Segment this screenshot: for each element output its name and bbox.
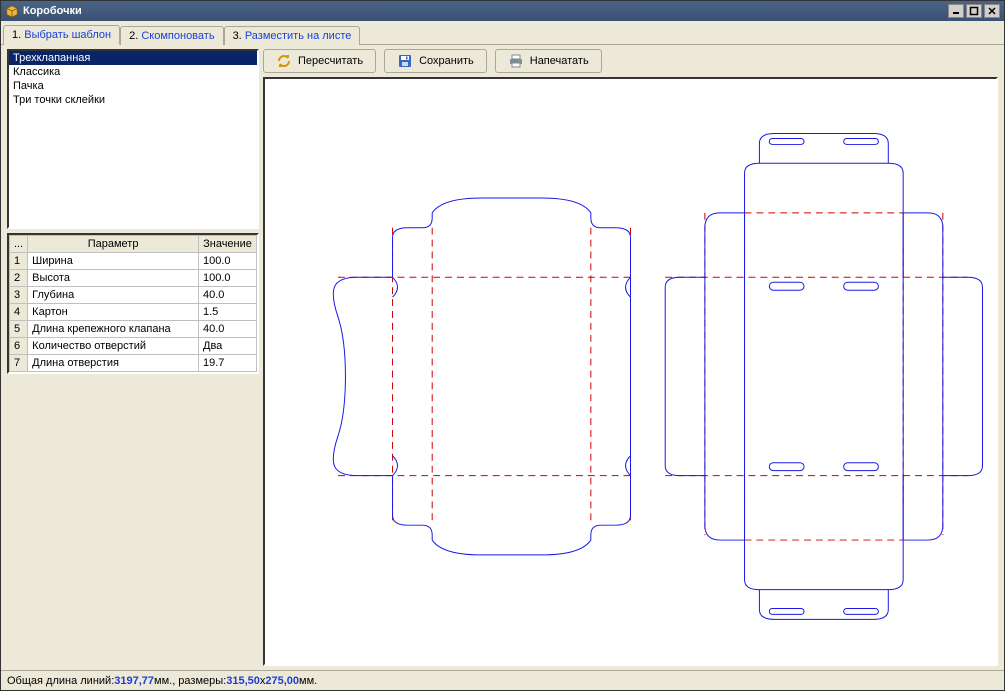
work-area: Трехклапанная Классика Пачка Три точки с… xyxy=(1,45,1004,670)
tab-layout-sheet[interactable]: 3. Разместить на листе xyxy=(224,26,361,45)
table-row[interactable]: 5Длина крепежного клапана40.0 xyxy=(10,321,257,338)
tab-choose-template[interactable]: 1. Выбрать шаблон xyxy=(3,25,120,45)
status-suffix: мм. xyxy=(299,675,317,687)
parameters-grid[interactable]: ... Параметр Значение 1Ширина100.02Высот… xyxy=(7,233,259,374)
preview-canvas[interactable] xyxy=(263,77,998,666)
row-number: 4 xyxy=(10,304,28,321)
status-width: 315,50 xyxy=(226,675,260,687)
param-value-cell[interactable]: 1.5 xyxy=(199,304,257,321)
button-label: Сохранить xyxy=(419,55,474,67)
param-value-cell[interactable]: Два xyxy=(199,338,257,355)
recalc-button[interactable]: Пересчитать xyxy=(263,49,376,73)
list-item[interactable]: Классика xyxy=(9,65,257,79)
row-number: 7 xyxy=(10,355,28,372)
table-row[interactable]: 3Глубина40.0 xyxy=(10,287,257,304)
table-row[interactable]: 7Длина отверстия19.7 xyxy=(10,355,257,372)
param-name-cell[interactable]: Длина отверстия xyxy=(28,355,199,372)
titlebar: Коробочки xyxy=(1,1,1004,21)
left-pane: Трехклапанная Классика Пачка Три точки с… xyxy=(1,45,261,670)
print-button[interactable]: Напечатать xyxy=(495,49,602,73)
list-item[interactable]: Три точки склейки xyxy=(9,93,257,107)
button-label: Пересчитать xyxy=(298,55,363,67)
window-title: Коробочки xyxy=(23,5,948,17)
floppy-icon xyxy=(397,53,413,69)
param-name-cell[interactable]: Длина крепежного клапана xyxy=(28,321,199,338)
col-header-param[interactable]: Параметр xyxy=(28,236,199,253)
status-length: 3197,77 xyxy=(114,675,154,687)
status-prefix: Общая длина линий: xyxy=(7,675,114,687)
app-window: Коробочки 1. Выбрать шаблон 2. Скомпонов… xyxy=(0,0,1005,691)
param-name-cell[interactable]: Ширина xyxy=(28,253,199,270)
row-number: 2 xyxy=(10,270,28,287)
row-number: 6 xyxy=(10,338,28,355)
close-button[interactable] xyxy=(984,4,1000,18)
param-value-cell[interactable]: 19.7 xyxy=(199,355,257,372)
row-number: 1 xyxy=(10,253,28,270)
app-icon xyxy=(5,4,19,18)
refresh-icon xyxy=(276,53,292,69)
right-pane: Пересчитать Сохранить Напечатать xyxy=(261,45,1004,670)
param-name-cell[interactable]: Глубина xyxy=(28,287,199,304)
tab-compose[interactable]: 2. Скомпоновать xyxy=(120,26,223,45)
list-item[interactable]: Пачка xyxy=(9,79,257,93)
param-value-cell[interactable]: 40.0 xyxy=(199,287,257,304)
param-name-cell[interactable]: Картон xyxy=(28,304,199,321)
row-number: 3 xyxy=(10,287,28,304)
table-row[interactable]: 2Высота100.0 xyxy=(10,270,257,287)
tab-strip: 1. Выбрать шаблон 2. Скомпоновать 3. Раз… xyxy=(1,21,1004,45)
toolbar: Пересчитать Сохранить Напечатать xyxy=(263,49,998,73)
list-item[interactable]: Трехклапанная xyxy=(9,51,257,65)
param-name-cell[interactable]: Количество отверстий xyxy=(28,338,199,355)
maximize-button[interactable] xyxy=(966,4,982,18)
col-header-value[interactable]: Значение xyxy=(199,236,257,253)
table-row[interactable]: 1Ширина100.0 xyxy=(10,253,257,270)
col-header-corner[interactable]: ... xyxy=(10,236,28,253)
table-row[interactable]: 4Картон1.5 xyxy=(10,304,257,321)
printer-icon xyxy=(508,53,524,69)
button-label: Напечатать xyxy=(530,55,589,67)
param-value-cell[interactable]: 40.0 xyxy=(199,321,257,338)
save-button[interactable]: Сохранить xyxy=(384,49,487,73)
status-mid1: мм., размеры: xyxy=(154,675,226,687)
status-height: 275,00 xyxy=(265,675,299,687)
table-row[interactable]: 6Количество отверстийДва xyxy=(10,338,257,355)
row-number: 5 xyxy=(10,321,28,338)
window-controls xyxy=(948,4,1000,18)
minimize-button[interactable] xyxy=(948,4,964,18)
template-list[interactable]: Трехклапанная Классика Пачка Три точки с… xyxy=(7,49,259,229)
left-filler xyxy=(7,378,259,666)
param-name-cell[interactable]: Высота xyxy=(28,270,199,287)
status-bar: Общая длина линий: 3197,77 мм., размеры:… xyxy=(1,670,1004,690)
param-value-cell[interactable]: 100.0 xyxy=(199,270,257,287)
param-value-cell[interactable]: 100.0 xyxy=(199,253,257,270)
